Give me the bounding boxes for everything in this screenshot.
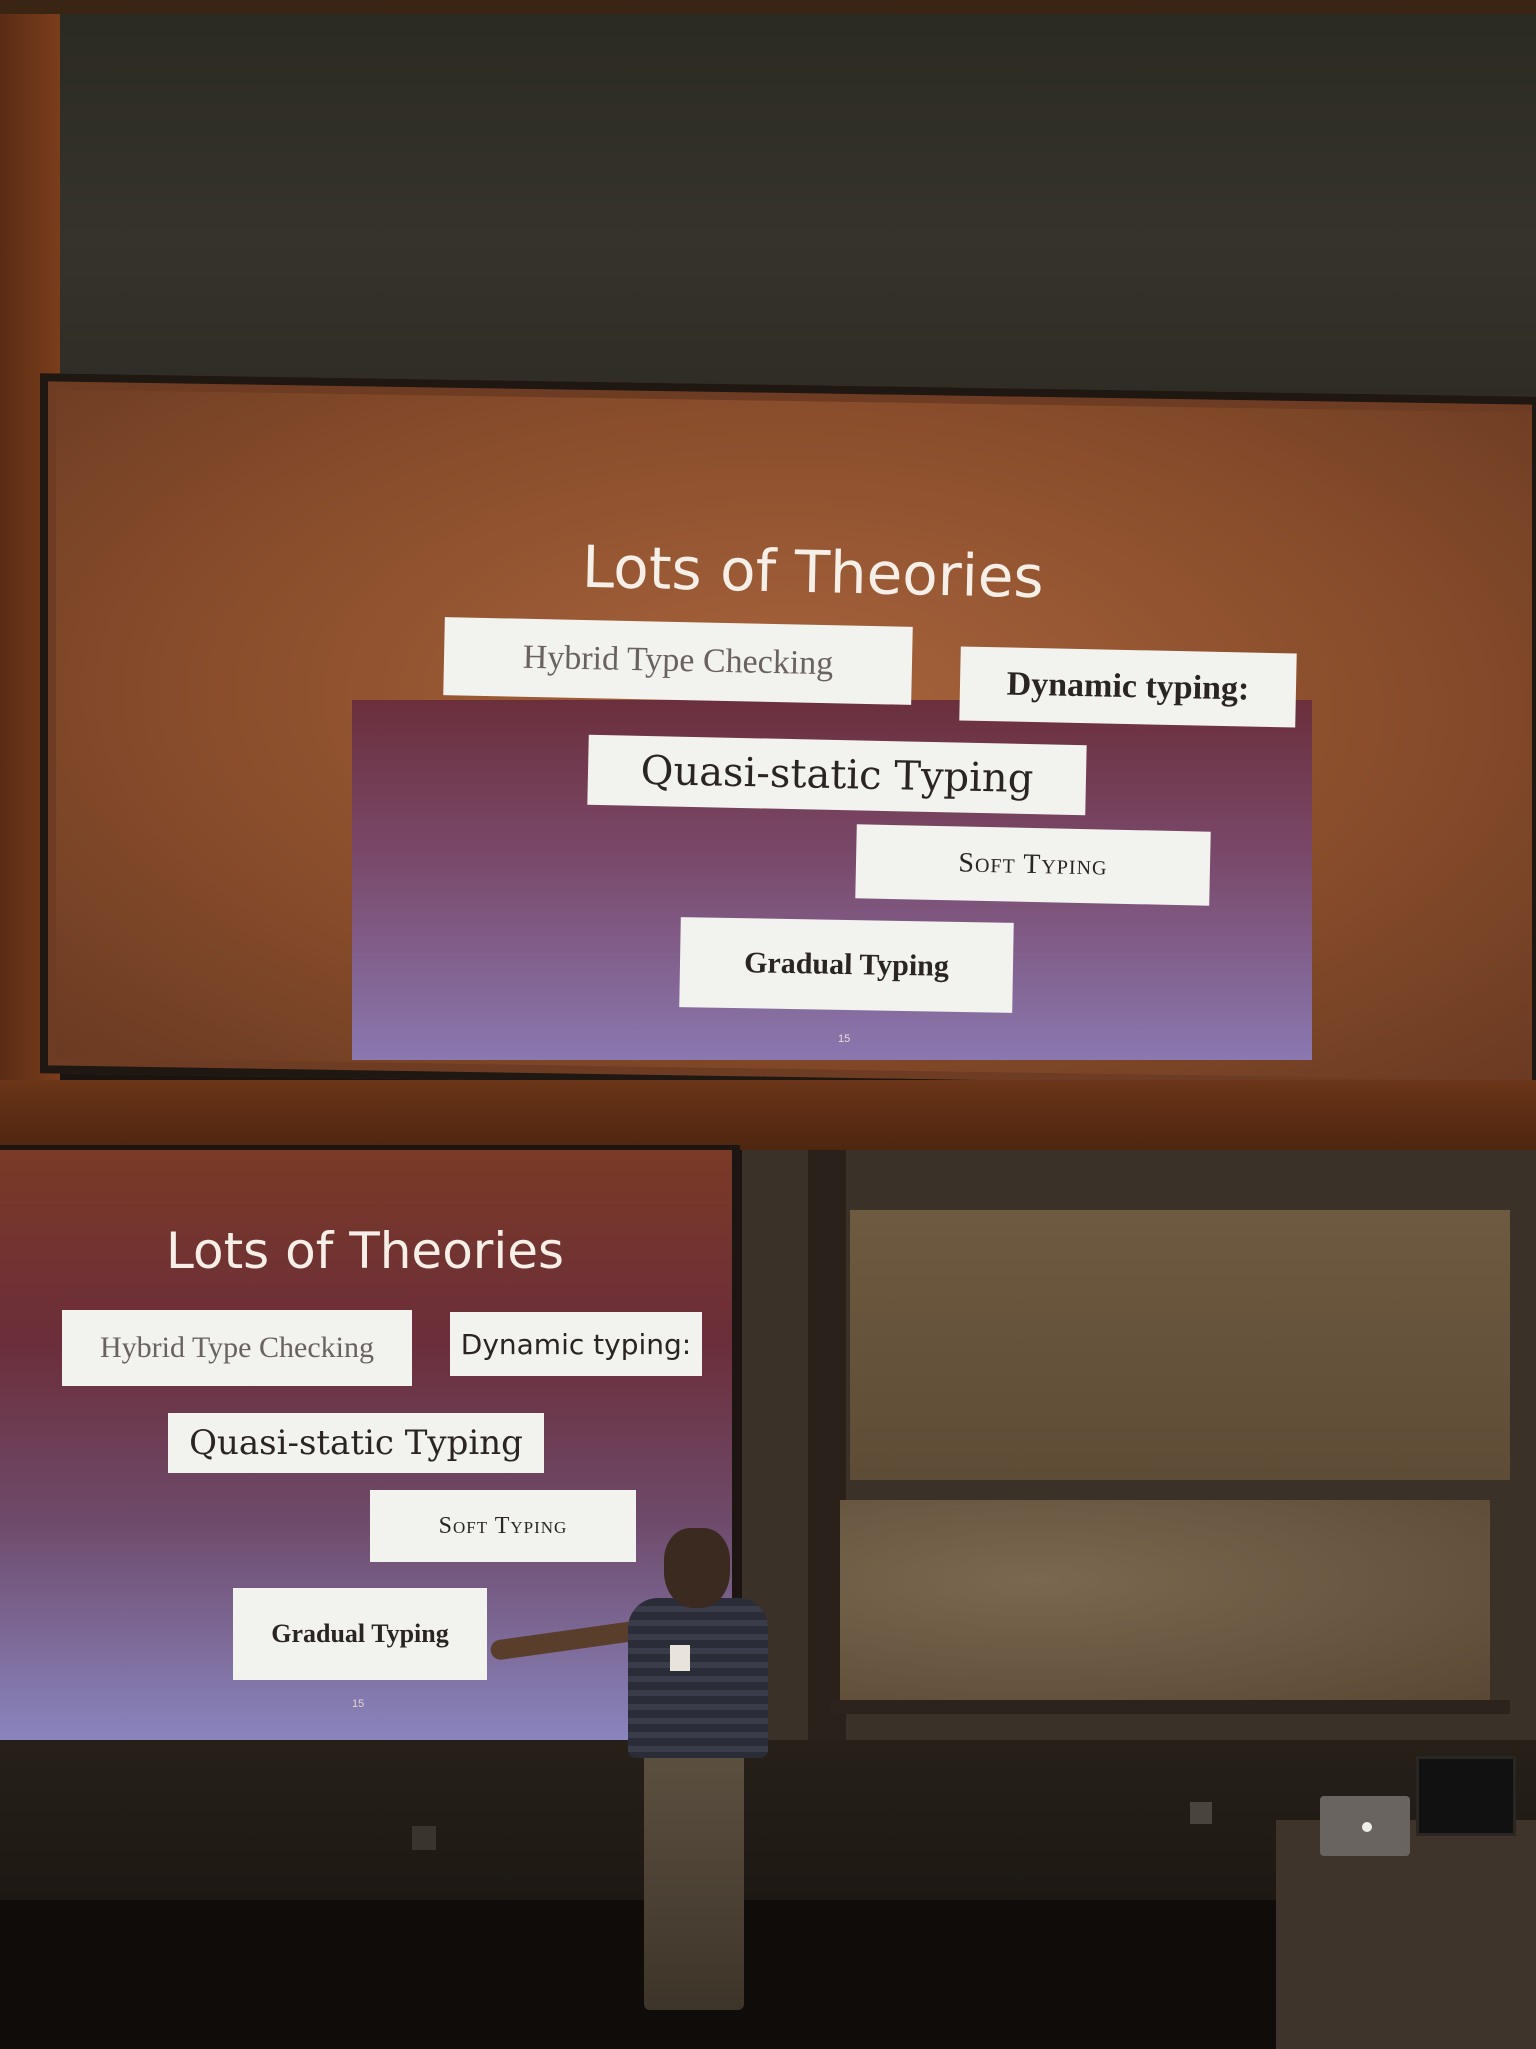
top-box-gradual-typing: Gradual Typing (679, 917, 1014, 1013)
stage-floor (0, 1900, 1280, 2049)
bottom-box-dynamic-typing: Dynamic typing: (450, 1312, 702, 1376)
bottom-box-soft-typing: Soft Typing (370, 1490, 636, 1562)
mid-wall-band (0, 1080, 1536, 1150)
whiteboard-upper (850, 1210, 1510, 1480)
top-box-dynamic-typing: Dynamic typing: (959, 646, 1297, 728)
top-slide-title: Lots of Theories (581, 532, 1045, 612)
presenter-body (628, 1598, 768, 1758)
ceiling-panel (60, 0, 1536, 400)
header-beam (0, 0, 1536, 14)
top-box-quasi-static-typing: Quasi-static Typing (587, 734, 1087, 816)
laptop-logo-icon (1362, 1822, 1372, 1832)
top-box-soft-typing: Soft Typing (855, 824, 1211, 906)
bottom-soft-label: Soft Typing (438, 1512, 568, 1539)
bottom-box-quasi-static-typing: Quasi-static Typing (168, 1413, 544, 1473)
presenter-legs (644, 1750, 744, 2010)
whiteboard-rail (830, 1700, 1510, 1714)
bottom-slide-page-number: 15 (352, 1698, 365, 1710)
presenter-badge (670, 1645, 690, 1671)
podium-monitor (1416, 1756, 1516, 1836)
wall-outlet (412, 1826, 436, 1850)
bottom-box-gradual-typing: Gradual Typing (233, 1588, 487, 1680)
presenter-head (664, 1528, 730, 1608)
wall-outlet (1190, 1802, 1212, 1824)
top-slide-page-number: 15 (838, 1033, 851, 1045)
top-soft-label: Soft Typing (958, 847, 1108, 882)
bottom-box-hybrid-type-checking: Hybrid Type Checking (62, 1310, 412, 1386)
top-box-hybrid-type-checking: Hybrid Type Checking (443, 617, 913, 705)
whiteboard-lower (840, 1500, 1490, 1700)
bottom-slide-title: Lots of Theories (166, 1222, 565, 1280)
